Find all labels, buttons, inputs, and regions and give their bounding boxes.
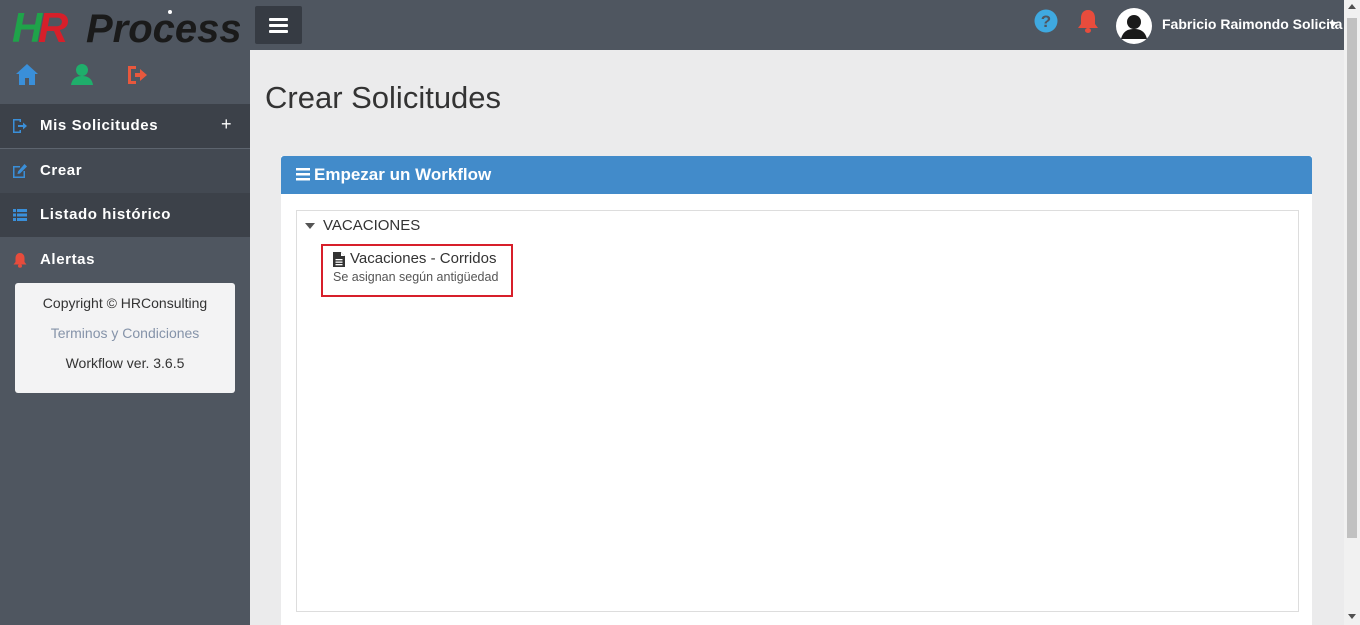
scroll-down-arrow-icon[interactable]: [1348, 614, 1356, 619]
sidebar-item-label: Listado histórico: [40, 206, 172, 223]
svg-text:R: R: [38, 4, 69, 48]
sidebar: Mis Solicitudes + Crear Listado históric…: [0, 50, 250, 625]
file-text-icon: [333, 252, 345, 267]
scroll-up-arrow-icon[interactable]: [1348, 4, 1356, 9]
copyright-text: Copyright © HRConsulting: [42, 295, 208, 311]
sidebar-item-mis-solicitudes[interactable]: Mis Solicitudes +: [0, 104, 250, 148]
notifications-bell-icon[interactable]: [1077, 9, 1099, 34]
list-icon: [12, 207, 28, 223]
svg-text:Process: Process: [86, 7, 240, 48]
edit-icon: [12, 163, 28, 179]
hrprocess-logo[interactable]: H R Process: [10, 4, 242, 51]
workflow-item-vacaciones-corridos[interactable]: Vacaciones - Corridos Se asignan según a…: [321, 244, 513, 297]
sidebar-quick-links: [0, 50, 250, 104]
sidebar-item-label: Alertas: [40, 251, 96, 268]
svg-text:?: ?: [1041, 12, 1051, 31]
help-icon[interactable]: ?: [1034, 9, 1058, 33]
terms-link[interactable]: Terminos y Condiciones: [15, 325, 235, 341]
user-avatar-icon: [1116, 8, 1152, 44]
panel-title: Empezar un Workflow: [314, 165, 492, 184]
expand-plus-icon[interactable]: +: [221, 114, 232, 135]
sidebar-item-alertas[interactable]: Alertas: [0, 238, 250, 282]
sidebar-item-listado-historico[interactable]: Listado histórico: [0, 193, 250, 237]
caret-down-icon[interactable]: [305, 223, 315, 229]
sidebar-item-crear[interactable]: Crear: [0, 149, 250, 193]
sidebar-footer: Copyright © HRConsulting Terminos y Cond…: [15, 283, 235, 393]
menu-toggle-button[interactable]: [255, 6, 302, 44]
workflow-item-description: Se asignan según antigüedad: [333, 270, 499, 284]
sidebar-item-label: Crear: [40, 162, 83, 179]
top-navbar: H R Process ? Fabricio Raimondo Solicita: [0, 0, 1344, 51]
bars-icon: [296, 168, 310, 181]
sidebar-item-label: Mis Solicitudes: [40, 117, 159, 134]
page-title: Crear Solicitudes: [265, 80, 502, 115]
version-text: Workflow ver. 3.6.5: [65, 355, 185, 371]
user-menu-dropdown[interactable]: Fabricio Raimondo Solicita: [1116, 6, 1344, 44]
workflow-panel: Empezar un Workflow VACACIONES Vacacione…: [281, 156, 1312, 625]
workflow-tree: VACACIONES Vacaciones - Corridos Se asig…: [296, 210, 1299, 612]
page-scrollbar[interactable]: [1344, 0, 1360, 625]
workflow-item-title[interactable]: Vacaciones - Corridos: [350, 250, 496, 267]
bell-icon: [12, 252, 28, 268]
logout-icon[interactable]: [125, 62, 149, 88]
group-label-vacaciones[interactable]: VACACIONES: [323, 217, 420, 234]
home-icon[interactable]: [15, 62, 39, 88]
sign-in-icon: [12, 118, 28, 134]
chevron-down-icon: [1329, 22, 1337, 27]
panel-heading: Empezar un Workflow: [281, 156, 1312, 194]
user-name[interactable]: Fabricio Raimondo Solicita: [1162, 16, 1342, 32]
user-profile-icon[interactable]: [70, 62, 94, 88]
scroll-thumb[interactable]: [1347, 18, 1357, 538]
